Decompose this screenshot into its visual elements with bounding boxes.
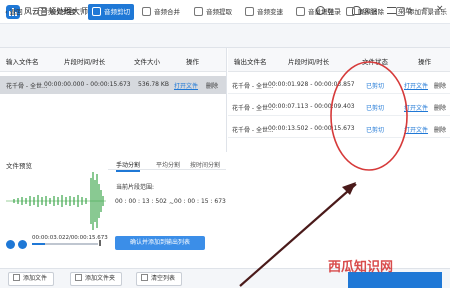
open-file-link[interactable]: 打开文件 — [174, 81, 198, 90]
stop-button[interactable] — [6, 240, 15, 249]
add-file-button[interactable]: 添加文件 — [8, 272, 55, 286]
tab-average-split[interactable]: 平均分割 — [156, 160, 180, 169]
merge-icon — [142, 7, 151, 16]
file-size: 536.78 KB — [138, 81, 169, 88]
split-tabs: 手动分割 平均分割 按时间分割 — [108, 158, 226, 172]
annotation-circle — [330, 61, 408, 171]
delete-button[interactable]: 删除 — [434, 103, 446, 112]
watermark: 西瓜知识网 — [328, 260, 394, 275]
col-segment-time: 片段时间/时长 — [64, 58, 106, 66]
toolbar — [0, 24, 450, 48]
preview-label: 文件预览 — [6, 162, 32, 170]
back-button[interactable]: ‹ 返回 — [5, 4, 23, 20]
folder-icon — [75, 274, 82, 281]
add-folder-button[interactable]: 添加文件夹 — [70, 272, 123, 286]
col-actions: 操作 — [418, 58, 431, 66]
col-segment-time: 片段时间/时长 — [288, 58, 330, 66]
tool-noise-removal[interactable]: 噪声消除 — [346, 4, 384, 20]
tool-audio-convert[interactable]: 音频转换 — [38, 4, 76, 20]
playback-progress[interactable] — [32, 243, 98, 245]
menu-icon — [387, 7, 396, 14]
volume-icon[interactable] — [99, 240, 105, 246]
tab-time-split[interactable]: 按时间分割 — [190, 160, 220, 169]
tab-manual-split[interactable]: 手动分割 — [116, 160, 141, 172]
delete-button[interactable]: 删除 — [434, 81, 446, 90]
col-input-filename: 输入文件名 — [6, 58, 39, 66]
tool-audio-cut[interactable]: 音频剪切 — [88, 4, 134, 20]
col-file-size: 文件大小 — [134, 58, 160, 66]
noise-icon — [346, 7, 355, 16]
volume-icon — [296, 7, 305, 16]
file-icon — [13, 274, 20, 281]
tool-volume-boost[interactable]: 音量增强 — [296, 4, 334, 20]
file-name: 花千骨 - 全世... — [6, 83, 48, 90]
col-output-filename: 输出文件名 — [234, 58, 267, 66]
scissors-icon — [92, 7, 101, 16]
table-row[interactable]: 花千骨 - 全世... 00:00:00.000 - 00:00:15.673 … — [0, 76, 226, 94]
confirm-add-output-button[interactable]: 确认并添加到输出列表 — [115, 236, 205, 250]
play-button[interactable] — [18, 240, 27, 249]
input-table-header: 输入文件名 片段时间/时长 文件大小 操作 — [0, 48, 226, 72]
tool-add-bgm[interactable]: 添加背景音乐 — [396, 4, 447, 20]
segment-range-label: 当前片段范围: — [116, 184, 155, 191]
tool-audio-extract[interactable]: 音频提取 — [194, 4, 232, 20]
segment-start-input[interactable]: 00 : 00 : 13 : 502 — [115, 198, 167, 210]
music-icon — [396, 7, 405, 16]
tool-audio-merge[interactable]: 音频合并 — [142, 4, 180, 20]
waveform[interactable] — [6, 170, 106, 232]
col-actions: 操作 — [186, 58, 199, 66]
playback-time: 00:00:03.022/00:00:15.673 — [32, 235, 108, 241]
extract-icon — [194, 7, 203, 16]
speed-icon — [245, 7, 254, 16]
pane-divider — [226, 48, 227, 152]
tool-audio-speed[interactable]: 音频变速 — [245, 4, 283, 20]
clear-list-button[interactable]: 清空列表 — [136, 272, 183, 286]
segment-end-input[interactable]: 00 : 00 : 15 : 673 — [174, 198, 226, 210]
progress-fill — [32, 243, 45, 245]
trash-icon — [141, 274, 148, 281]
delete-button[interactable]: 删除 — [434, 125, 446, 134]
convert-icon — [38, 7, 47, 16]
segment-time: 00:00:00.000 - 00:00:15.673 — [44, 81, 131, 88]
delete-button[interactable]: 删除 — [206, 81, 218, 90]
